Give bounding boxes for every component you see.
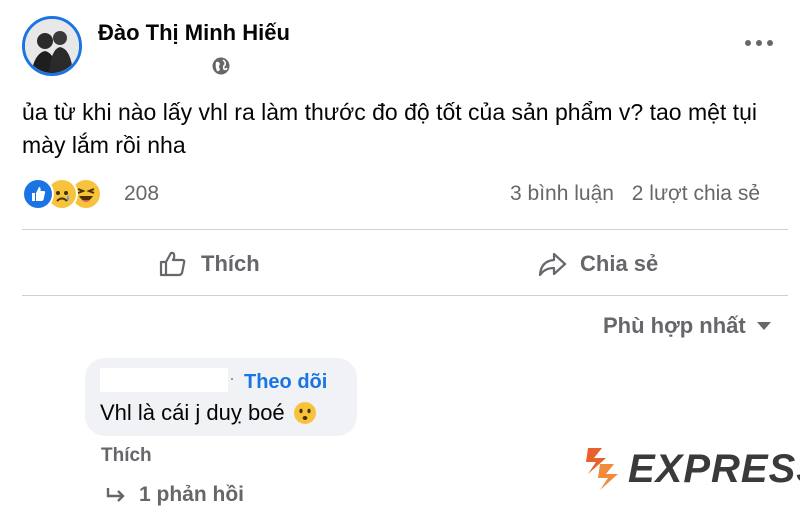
separator-dot: · <box>229 368 235 388</box>
reply-arrow-icon <box>106 488 125 502</box>
post-text: ủa từ khi nào lấy vhl ra làm thước đo độ… <box>22 99 757 158</box>
post-stats: 3 bình luận 2 lượt chia sẻ <box>510 182 760 206</box>
comment-text-content: Vhl là cái j duỵ boé <box>100 400 285 425</box>
view-replies-link[interactable]: 1 phản hồi <box>105 483 244 507</box>
like-button[interactable]: Thích <box>157 246 260 282</box>
globe-icon <box>211 56 231 76</box>
comment-text: Vhl là cái j duỵ boé <box>100 400 317 426</box>
share-button[interactable]: Chia sẻ <box>536 246 658 282</box>
follow-link[interactable]: Theo dõi <box>244 371 327 394</box>
avatar-image <box>25 19 79 73</box>
replies-count: 1 phản hồi <box>139 483 244 506</box>
redacted-commenter-name <box>100 368 228 392</box>
express-watermark: EXPRESS <box>580 444 800 494</box>
author-name[interactable]: Đào Thị Minh Hiếu <box>98 20 290 46</box>
express-logo-icon <box>586 448 618 490</box>
share-button-label: Chia sẻ <box>580 251 659 276</box>
thumbs-up-icon <box>159 251 186 277</box>
more-options-icon[interactable] <box>744 36 774 48</box>
comment-sort-dropdown[interactable]: Phù hợp nhất <box>603 313 772 339</box>
watermark-text: EXPRESS <box>628 446 800 491</box>
divider <box>22 229 788 230</box>
hushed-face-emoji-icon <box>293 402 316 424</box>
share-arrow-icon <box>538 252 567 277</box>
reaction-count[interactable]: 208 <box>124 182 159 206</box>
caret-down-icon <box>756 322 771 330</box>
shares-count-link[interactable]: 2 lượt chia sẻ <box>632 182 760 205</box>
like-reaction-icon <box>22 178 54 210</box>
comment-sort-label: Phù hợp nhất <box>603 313 746 338</box>
comments-count-link[interactable]: 3 bình luận <box>510 182 614 205</box>
divider <box>22 295 788 296</box>
reactions-summary[interactable] <box>22 178 132 212</box>
like-button-label: Thích <box>201 251 260 276</box>
author-avatar[interactable] <box>22 16 82 76</box>
comment-like-link[interactable]: Thích <box>101 445 152 467</box>
